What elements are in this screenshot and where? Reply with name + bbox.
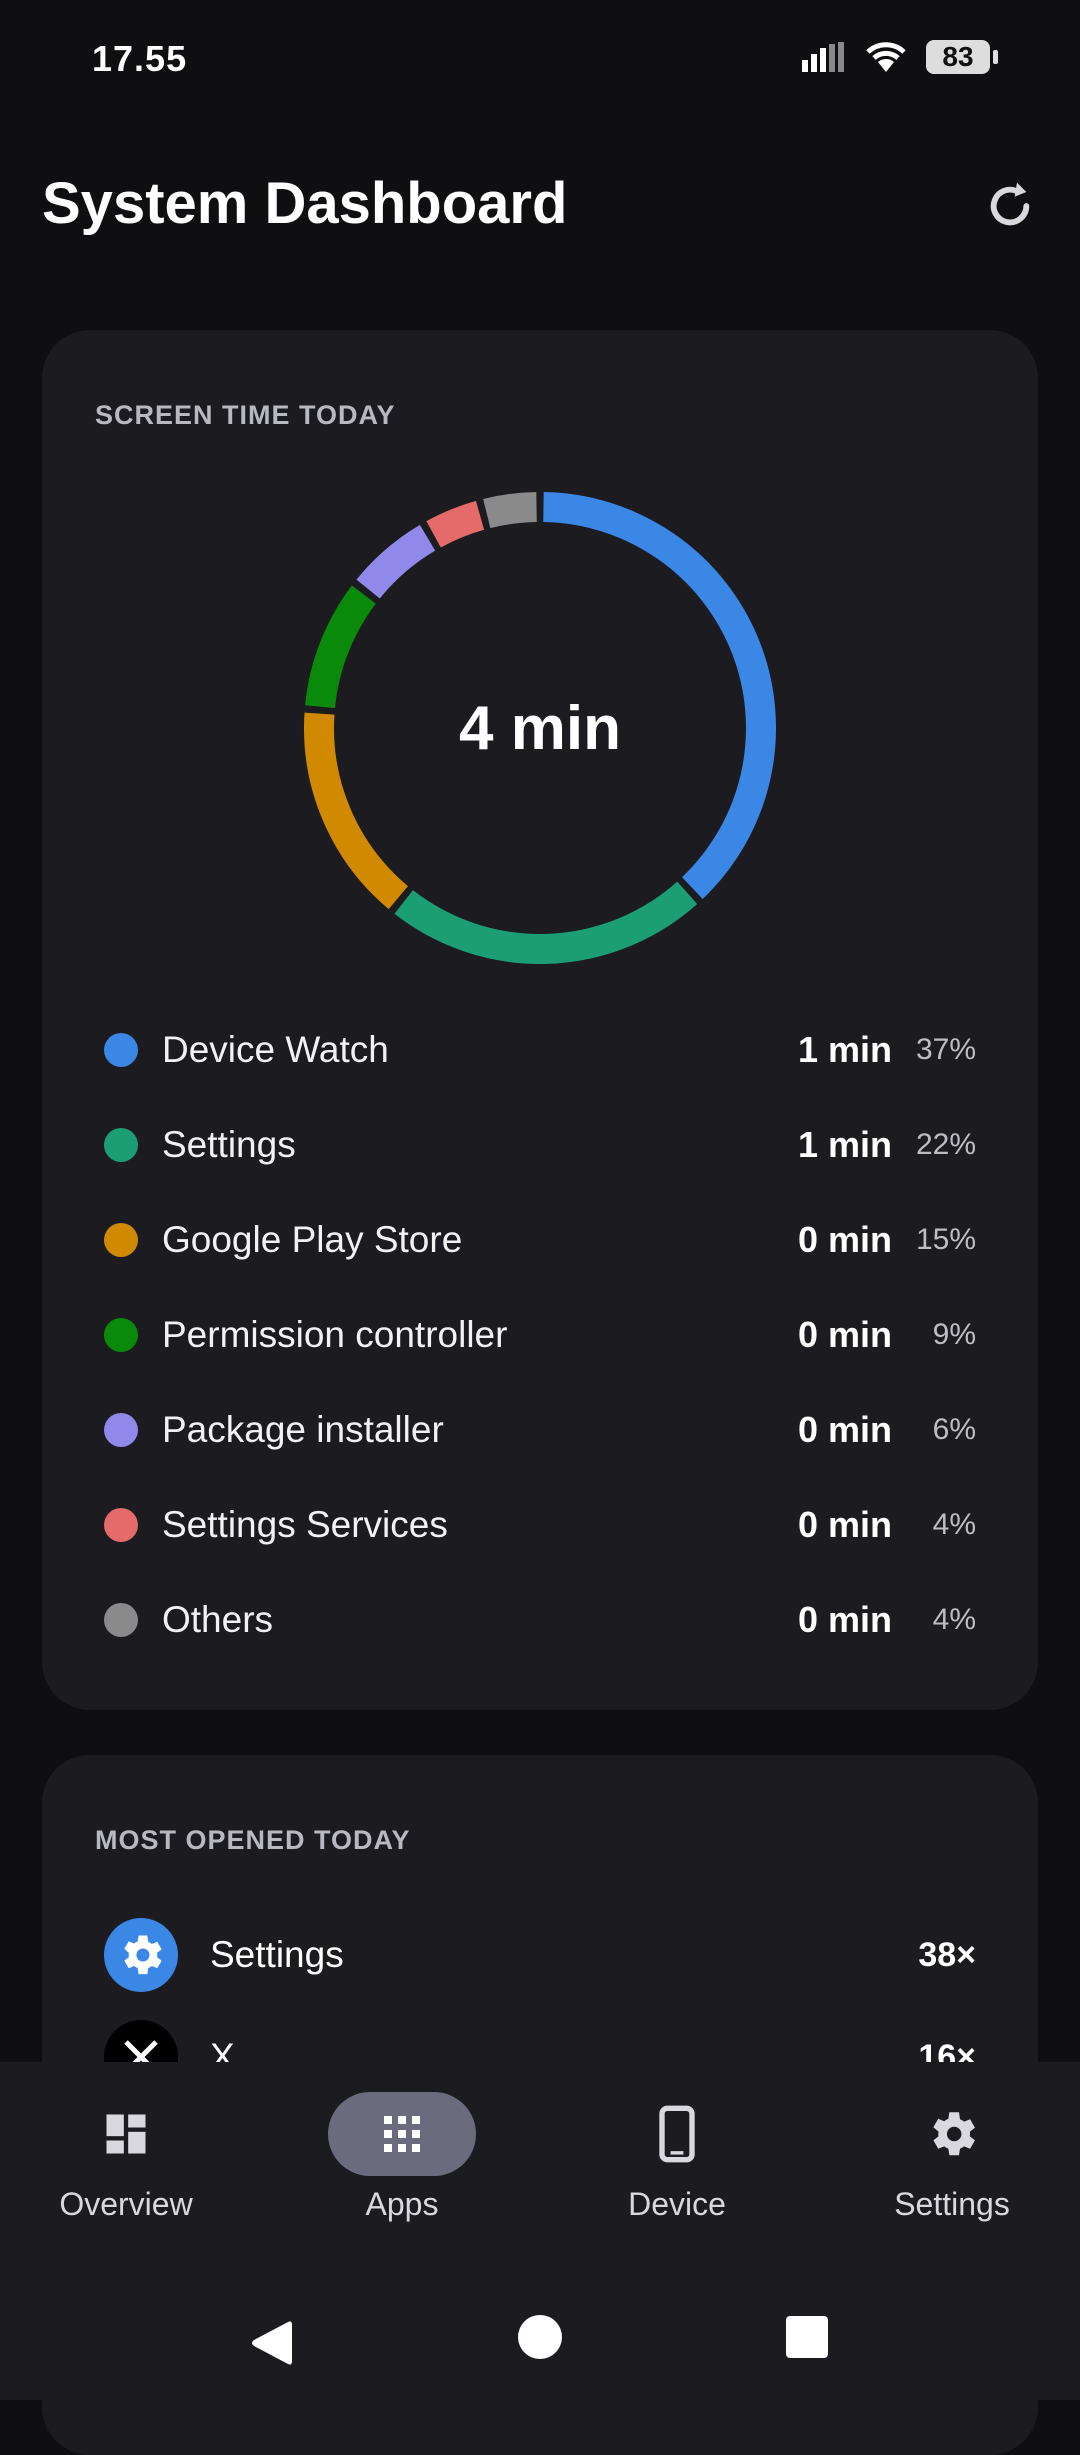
phone-icon: [659, 2105, 695, 2163]
status-icons: 83: [802, 40, 998, 74]
legend-percent: 37%: [916, 1032, 977, 1066]
legend-minutes: 1 min: [797, 1123, 892, 1165]
most-opened-label: MOST OPENED TODAY: [95, 1825, 411, 1855]
legend-minutes: 0 min: [797, 1503, 892, 1545]
nav-pill: [603, 2092, 751, 2176]
wifi-icon: [866, 42, 906, 72]
nav-item-device[interactable]: Device: [577, 2092, 777, 2223]
legend-minutes: 0 min: [797, 1313, 892, 1355]
home-icon[interactable]: [517, 2314, 563, 2360]
legend-color-dot: [104, 1507, 138, 1542]
battery-indicator: 83: [926, 40, 998, 74]
signal-icon: [802, 42, 844, 72]
legend-percent: 22%: [916, 1127, 977, 1161]
legend-color-dot: [104, 1032, 138, 1067]
status-bar: 17.55 83: [0, 0, 1080, 120]
system-navigation-bar: [0, 2300, 1080, 2380]
legend-app-name: Google Play Store: [162, 1218, 463, 1260]
nav-label: Device: [628, 2186, 726, 2222]
legend-percent: 4%: [932, 1507, 976, 1541]
legend-app-name: Package installer: [162, 1408, 444, 1450]
screen-time-card: SCREEN TIME TODAY 4 min Device Watch 1 mi…: [42, 330, 1038, 1710]
screen-time-legend: Device Watch 1 min 37% Settings 1 min 22% Goog…: [104, 1002, 976, 1667]
legend-percent: 6%: [932, 1412, 976, 1446]
legend-percent: 4%: [932, 1602, 976, 1636]
legend-app-name: Permission controller: [162, 1313, 508, 1355]
list-item[interactable]: Settings 38×: [104, 1910, 976, 2000]
legend-minutes: 0 min: [797, 1408, 892, 1450]
nav-item-settings[interactable]: Settings: [852, 2092, 1052, 2223]
legend-app-name: Device Watch: [162, 1028, 389, 1070]
refresh-icon[interactable]: [982, 178, 1038, 234]
nav-label: Overview: [59, 2186, 193, 2222]
legend-app-name: Settings Services: [162, 1503, 448, 1545]
legend-minutes: 0 min: [797, 1218, 892, 1260]
gear-icon: [104, 1918, 178, 1992]
legend-item: Settings Services 0 min 4%: [104, 1477, 976, 1572]
gear-icon: [933, 2112, 975, 2156]
nav-item-apps[interactable]: Apps: [302, 2092, 502, 2223]
legend-item: Others 0 min 4%: [104, 1572, 976, 1667]
legend-color-dot: [104, 1602, 138, 1637]
open-count: 38×: [918, 1935, 976, 1974]
nav-pill: [878, 2092, 1026, 2176]
back-icon[interactable]: [248, 2318, 294, 2368]
header: System Dashboard: [42, 160, 1038, 250]
legend-color-dot: [104, 1222, 138, 1257]
legend-item: Settings 1 min 22%: [104, 1097, 976, 1192]
legend-app-name: Settings: [162, 1123, 296, 1165]
legend-color-dot: [104, 1412, 138, 1447]
legend-minutes: 0 min: [797, 1598, 892, 1640]
status-time: 17.55: [92, 38, 188, 79]
legend-item: Google Play Store 0 min 15%: [104, 1192, 976, 1287]
legend-item: Package installer 0 min 6%: [104, 1382, 976, 1477]
recents-icon[interactable]: [786, 2316, 828, 2358]
nav-pill: [52, 2092, 200, 2176]
legend-item: Permission controller 0 min 9%: [104, 1287, 976, 1382]
page-title: System Dashboard: [42, 171, 568, 236]
screen-time-label: SCREEN TIME TODAY: [95, 400, 396, 430]
nav-label: Settings: [894, 2186, 1010, 2222]
nav-pill: [328, 2092, 476, 2176]
legend-color-dot: [104, 1317, 138, 1352]
screen-time-total: 4 min: [459, 693, 621, 763]
legend-item: Device Watch 1 min 37%: [104, 1002, 976, 1097]
legend-color-dot: [104, 1127, 138, 1162]
dashboard-icon: [106, 2114, 146, 2154]
legend-app-name: Others: [162, 1598, 274, 1640]
nav-item-overview[interactable]: Overview: [26, 2092, 226, 2223]
legend-percent: 9%: [932, 1317, 976, 1351]
legend-percent: 15%: [916, 1222, 977, 1256]
nav-label: Apps: [365, 2186, 439, 2222]
app-name: Settings: [210, 1934, 344, 1975]
legend-minutes: 1 min: [797, 1028, 892, 1070]
grid-icon: [384, 2116, 420, 2152]
